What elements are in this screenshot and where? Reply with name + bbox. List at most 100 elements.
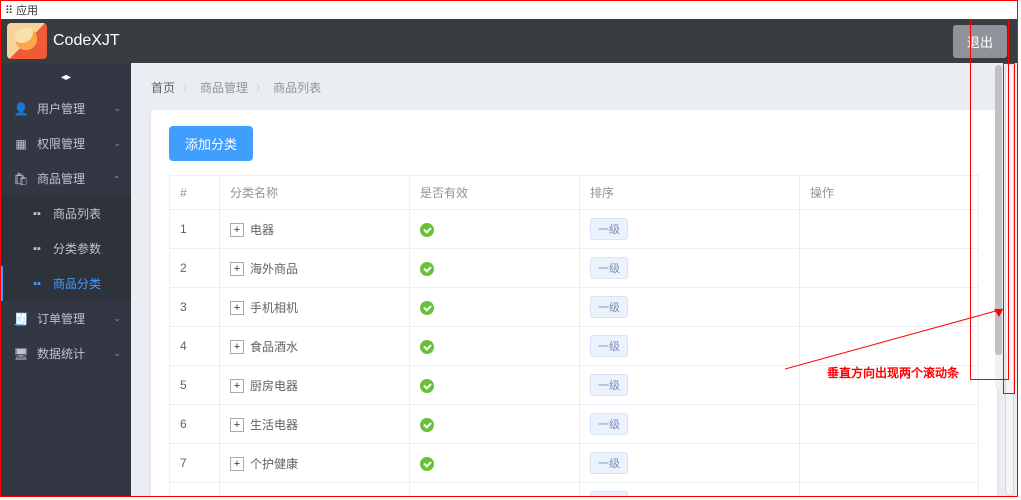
- breadcrumb: 首页 〉 商品管理 〉 商品列表: [151, 79, 997, 96]
- expand-icon[interactable]: +: [230, 379, 244, 393]
- level-tag: 一级: [590, 413, 628, 435]
- sidebar-item-label: 用户管理: [37, 100, 85, 117]
- cell-ops: [800, 210, 979, 249]
- sidebar-item-数据统计[interactable]: 🖥数据统计⌄: [1, 336, 131, 371]
- cell-sort: 一级: [580, 210, 800, 249]
- cell-index: 8: [170, 483, 220, 497]
- level-tag: 一级: [590, 335, 628, 357]
- check-icon: [420, 301, 434, 315]
- app-header: CodeXJT 退出: [1, 19, 1017, 63]
- avatar[interactable]: [7, 23, 47, 59]
- table-row: 5+厨房电器 一级: [170, 366, 979, 405]
- cell-name: +个护健康: [220, 444, 410, 483]
- th-sort: 排序: [580, 176, 800, 210]
- sidebar-subitem-label: 商品列表: [53, 205, 101, 222]
- level-tag: 一级: [590, 296, 628, 318]
- inner-scrollbar[interactable]: [995, 65, 1002, 389]
- th-valid: 是否有效: [410, 176, 580, 210]
- sidebar: ◂▸ 👤用户管理⌄▦权限管理⌄🛍商品管理⌄▪▪商品列表▪▪分类参数▪▪商品分类🧾…: [1, 63, 131, 496]
- cell-ops: [800, 327, 979, 366]
- sidebar-item-label: 订单管理: [37, 310, 85, 327]
- user-icon: 👤: [13, 102, 29, 116]
- bookmark-label: 应用: [16, 2, 38, 18]
- cell-sort: 一级: [580, 327, 800, 366]
- level-tag: 一级: [590, 491, 628, 496]
- expand-icon[interactable]: +: [230, 301, 244, 315]
- sidebar-item-用户管理[interactable]: 👤 用户管理 ⌄: [1, 91, 131, 126]
- cell-valid: [410, 288, 580, 327]
- dot-icon: ▪▪: [29, 243, 45, 255]
- category-table: # 分类名称 是否有效 排序 操作 1+电器一级2+海外商品一级3+手机相机一级…: [169, 175, 979, 496]
- table-row: 1+电器一级: [170, 210, 979, 249]
- sidebar-item-label: 商品管理: [37, 170, 85, 187]
- logout-button[interactable]: 退出: [953, 25, 1007, 58]
- check-icon: [420, 418, 434, 432]
- cell-index: 5: [170, 366, 220, 405]
- chevron-right-icon: 〉: [256, 81, 265, 94]
- cell-ops: [800, 444, 979, 483]
- expand-icon[interactable]: +: [230, 457, 244, 471]
- cell-valid: [410, 249, 580, 288]
- order-icon: 🧾: [13, 312, 29, 326]
- chevron-down-icon: ⌄: [113, 138, 121, 149]
- level-tag: 一级: [590, 218, 628, 240]
- brand-title: CodeXJT: [53, 32, 120, 50]
- level-tag: 一级: [590, 374, 628, 396]
- cell-name: +烹饪厨具: [220, 483, 410, 497]
- cell-valid: [410, 210, 580, 249]
- expand-icon[interactable]: +: [230, 262, 244, 276]
- expand-icon[interactable]: +: [230, 418, 244, 432]
- breadcrumb-level2: 商品列表: [273, 79, 321, 96]
- sidebar-item-label: 数据统计: [37, 345, 85, 362]
- cell-valid: [410, 327, 580, 366]
- cell-ops: [800, 366, 979, 405]
- apps-icon: ⠿: [5, 4, 12, 17]
- table-row: 2+海外商品一级: [170, 249, 979, 288]
- check-icon: [420, 340, 434, 354]
- sidebar-subitem-商品列表[interactable]: ▪▪ 商品列表: [1, 196, 131, 231]
- th-ops: 操作: [800, 176, 979, 210]
- dot-icon: ▪▪: [29, 278, 45, 290]
- cell-sort: 一级: [580, 483, 800, 497]
- cell-name: +海外商品: [220, 249, 410, 288]
- check-icon: [420, 379, 434, 393]
- sidebar-item-商品管理[interactable]: 🛍商品管理⌄: [1, 161, 131, 196]
- sidebar-collapse-toggle[interactable]: ◂▸: [1, 63, 131, 91]
- check-icon: [420, 262, 434, 276]
- chevron-down-icon: ⌄: [113, 313, 121, 324]
- cell-ops: [800, 405, 979, 444]
- table-row: 7+个护健康一级: [170, 444, 979, 483]
- th-name: 分类名称: [220, 176, 410, 210]
- chevron-right-icon: 〉: [183, 81, 192, 94]
- sidebar-subitem-分类参数[interactable]: ▪▪ 分类参数: [1, 231, 131, 266]
- sidebar-subitem-商品分类[interactable]: ▪▪ 商品分类: [1, 266, 131, 301]
- browser-bookmark-bar: ⠿ 应用: [1, 1, 1017, 19]
- cell-sort: 一级: [580, 444, 800, 483]
- check-icon: [420, 457, 434, 471]
- cell-name: +食品酒水: [220, 327, 410, 366]
- goods-icon: 🛍: [13, 172, 29, 186]
- expand-icon[interactable]: +: [230, 340, 244, 354]
- breadcrumb-level1[interactable]: 商品管理: [200, 79, 248, 96]
- cell-sort: 一级: [580, 288, 800, 327]
- add-category-button[interactable]: 添加分类: [169, 126, 253, 161]
- sidebar-subitem-label: 商品分类: [53, 275, 101, 292]
- expand-icon[interactable]: +: [230, 223, 244, 237]
- cell-name: +厨房电器: [220, 366, 410, 405]
- chevron-down-icon: ⌄: [113, 103, 121, 114]
- chevron-down-icon: ⌄: [113, 348, 121, 359]
- cell-valid: [410, 483, 580, 497]
- breadcrumb-home[interactable]: 首页: [151, 79, 175, 96]
- content-card: 添加分类 # 分类名称 是否有效 排序 操作 1+电器一级2+海外商品一级3+手…: [151, 110, 997, 496]
- grid-icon: ▦: [13, 137, 29, 151]
- outer-scrollbar[interactable]: [1005, 64, 1014, 496]
- dot-icon: ▪▪: [29, 208, 45, 220]
- sidebar-subitem-label: 分类参数: [53, 240, 101, 257]
- main-content: 首页 〉 商品管理 〉 商品列表 添加分类 # 分类名称 是否有效: [131, 63, 1017, 496]
- cell-ops: [800, 249, 979, 288]
- sidebar-item-权限管理[interactable]: ▦权限管理⌄: [1, 126, 131, 161]
- level-tag: 一级: [590, 257, 628, 279]
- sidebar-item-订单管理[interactable]: 🧾 订单管理 ⌄: [1, 301, 131, 336]
- cell-name: +电器: [220, 210, 410, 249]
- cell-ops: [800, 483, 979, 497]
